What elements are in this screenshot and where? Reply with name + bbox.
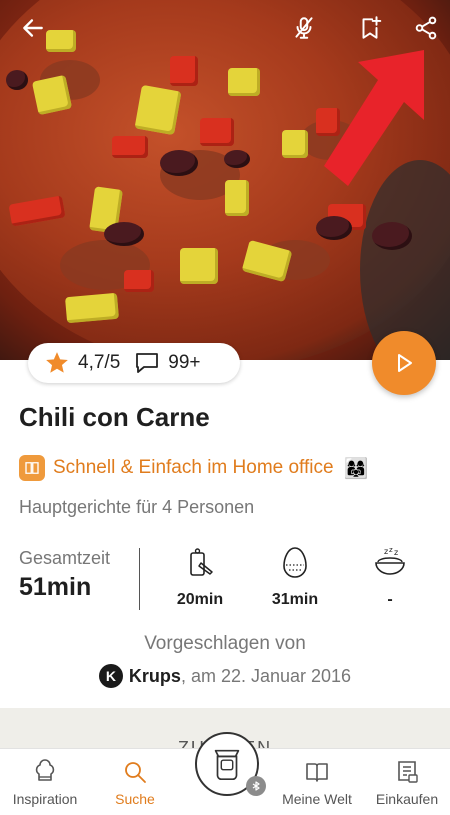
prep-time-value: 20min: [176, 591, 224, 608]
total-time: Gesamtzeit 51min: [19, 548, 110, 602]
divider: [139, 548, 140, 610]
nav-search[interactable]: Suche: [90, 759, 180, 807]
nav-meine-welt[interactable]: Meine Welt: [272, 759, 362, 807]
comment-count: 99+: [168, 352, 201, 373]
knife-board-icon: [190, 548, 213, 576]
rating-value: 4,7/5: [78, 352, 121, 373]
prep-time-stat: 20min: [160, 545, 240, 609]
author-date: , am 22. Januar 2016: [180, 665, 352, 686]
people-emoji-icon: 👩‍👩‍👧: [343, 457, 369, 480]
total-time-label: Gesamtzeit: [19, 548, 111, 568]
egg-timer-icon: [283, 547, 307, 578]
comment-icon: [136, 353, 159, 373]
svg-text:z: z: [394, 548, 398, 557]
play-video-button[interactable]: [372, 331, 436, 395]
author-logo: K: [98, 664, 123, 688]
author-line[interactable]: K Krups , am 22. Januar 2016: [0, 664, 450, 688]
share-icon: [415, 16, 437, 40]
bluetooth-badge: [246, 776, 266, 796]
chef-hat-icon: [35, 759, 55, 781]
cook-time-stat: 31min: [255, 545, 335, 609]
cooking-machine-icon: [214, 749, 240, 781]
nav-inspiration-label: Inspiration: [12, 791, 78, 807]
author-name: Krups: [128, 665, 181, 686]
rest-time-stat: z z z -: [350, 545, 430, 609]
nav-einkaufen-label: Einkaufen: [375, 791, 439, 807]
category-label: Schnell & Einfach im Home office: [53, 457, 334, 478]
book-icon: [306, 763, 328, 782]
svg-text:z: z: [389, 546, 393, 554]
nav-einkaufen[interactable]: Einkaufen: [362, 759, 450, 807]
recipe-subtitle: Hauptgerichte für 4 Personen: [19, 497, 255, 517]
bookmark-plus-icon: [362, 16, 382, 39]
nav-search-label: Suche: [115, 791, 155, 807]
bluetooth-icon: [252, 781, 260, 791]
share-button[interactable]: [408, 10, 444, 46]
shopping-list-icon: [398, 761, 418, 783]
cook-time-value: 31min: [271, 591, 319, 608]
resting-bowl-icon: z z z: [375, 546, 405, 575]
microphone-off-icon: [295, 17, 313, 39]
play-icon: [398, 354, 412, 372]
rest-time-value: -: [387, 591, 393, 608]
bookmark-add-button[interactable]: [352, 10, 388, 46]
voice-off-button[interactable]: [286, 10, 322, 46]
arrow-left-icon: [23, 19, 43, 37]
nav-inspiration[interactable]: Inspiration: [0, 759, 90, 807]
recipe-category-link[interactable]: Schnell & Einfach im Home office 👩‍👩‍👧: [19, 455, 368, 481]
svg-text:z: z: [384, 547, 388, 556]
total-time-value: 51min: [19, 573, 92, 601]
red-arrow-icon: [324, 50, 424, 186]
book-icon: [19, 455, 45, 481]
star-icon: [46, 352, 68, 373]
rating-pill[interactable]: 4,7/5 99+: [28, 343, 240, 383]
suggested-label: Vorgeschlagen von: [144, 633, 306, 654]
search-icon: [125, 762, 146, 783]
back-button[interactable]: [15, 10, 51, 46]
recipe-title: Chili con Carne: [19, 402, 210, 432]
nav-meine-welt-label: Meine Welt: [282, 791, 352, 807]
